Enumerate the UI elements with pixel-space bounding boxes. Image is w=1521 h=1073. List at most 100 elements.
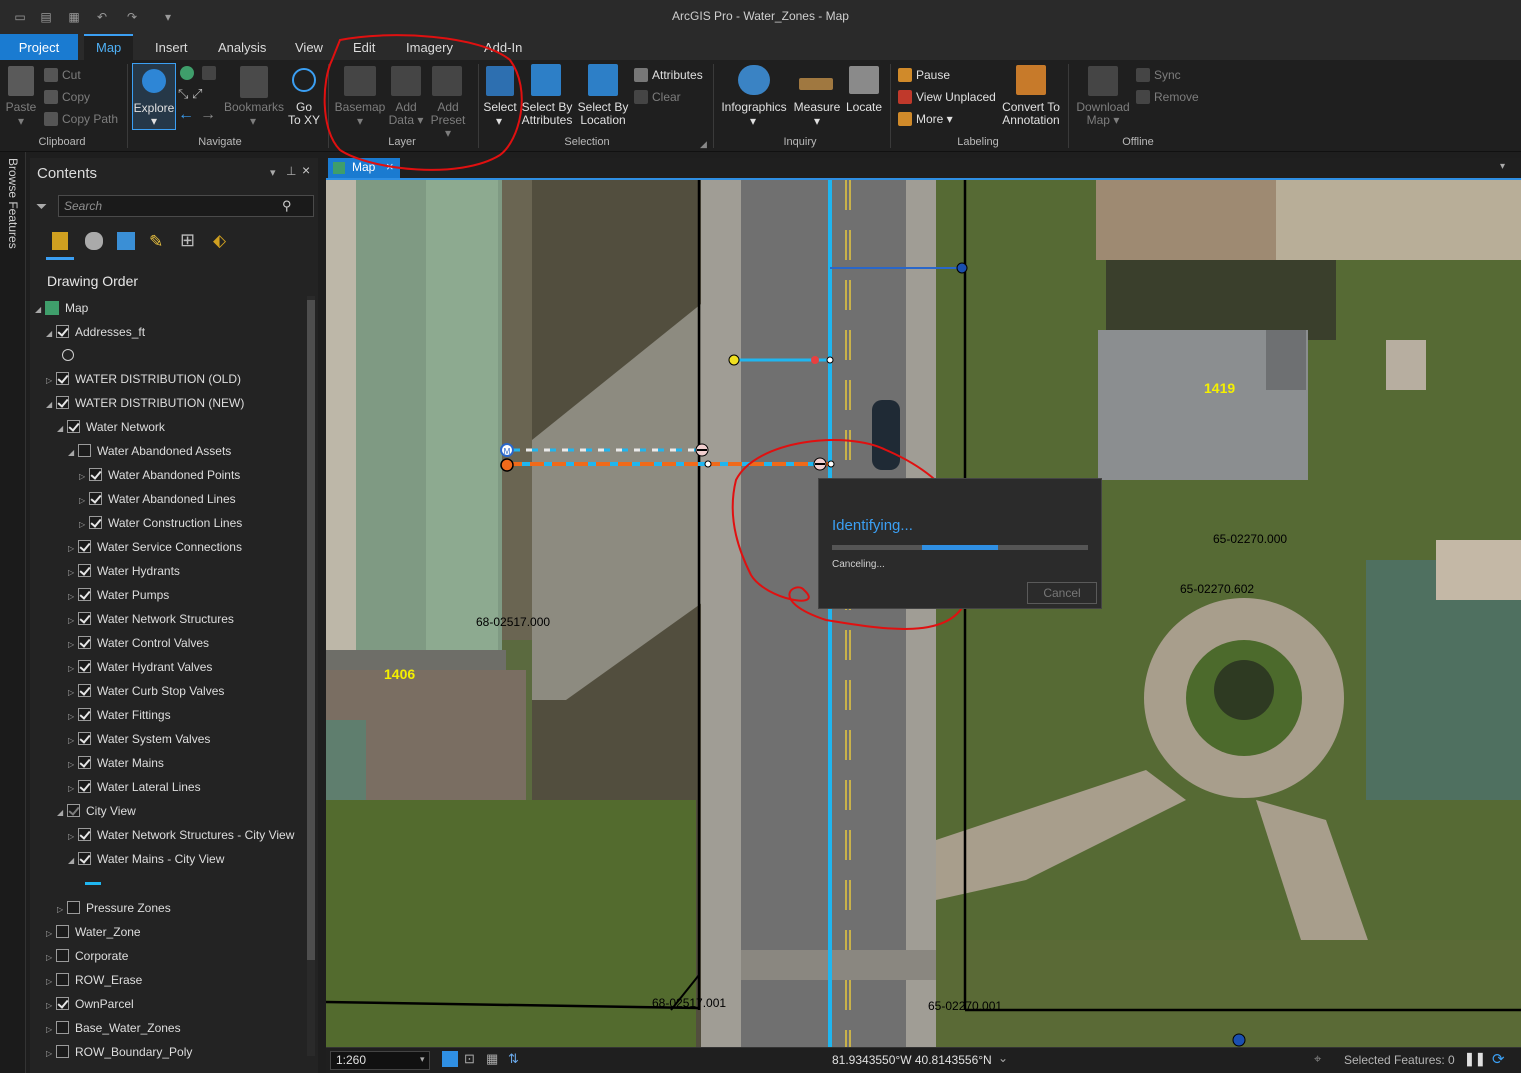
list-by-editing-icon[interactable]: ✎	[149, 232, 167, 251]
refresh-icon[interactable]: ⟳	[1492, 1050, 1505, 1068]
close-map-tab-icon[interactable]: ×	[386, 159, 394, 174]
expand-arrow-icon[interactable]: ▷	[68, 827, 78, 847]
layer-visibility-checkbox[interactable]	[78, 444, 91, 457]
layer-visibility-checkbox[interactable]	[78, 660, 91, 673]
snapping-icon[interactable]: ⊡	[464, 1051, 475, 1067]
layer-row[interactable]: ▷ Water Service Connections	[68, 537, 242, 557]
collapse-arrow-icon[interactable]: ◢	[57, 803, 67, 823]
expand-arrow-icon[interactable]: ▷	[68, 587, 78, 607]
layer-row[interactable]: ◢ Water Abandoned Assets	[68, 441, 231, 461]
convert-to-annotation-button[interactable]: Convert To Annotation	[998, 101, 1064, 127]
infographics-button[interactable]: Infographics	[718, 101, 790, 114]
remove-button[interactable]: Remove	[1136, 90, 1199, 104]
clear-selection-button[interactable]: Clear	[634, 90, 681, 104]
contents-scrollbar[interactable]	[307, 296, 315, 1056]
expand-arrow-icon[interactable]: ▷	[46, 371, 56, 391]
collapse-arrow-icon[interactable]: ◢	[68, 851, 78, 871]
expand-arrow-icon[interactable]: ▷	[79, 491, 89, 511]
tree-item-map[interactable]: ◢ Map	[35, 298, 88, 318]
expand-arrow-icon[interactable]: ▷	[46, 924, 56, 944]
layer-visibility-checkbox[interactable]	[89, 468, 102, 481]
layer-visibility-checkbox[interactable]	[56, 949, 69, 962]
zoom-in-out-icon[interactable]: ⤡ ⤢	[178, 87, 202, 101]
layer-visibility-checkbox[interactable]	[89, 516, 102, 529]
layer-visibility-checkbox[interactable]	[78, 852, 91, 865]
layer-row[interactable]: ▷ Water Construction Lines	[79, 513, 242, 533]
expand-arrow-icon[interactable]: ▷	[68, 659, 78, 679]
layer-visibility-checkbox[interactable]	[78, 756, 91, 769]
tab-add-in[interactable]: Add-In	[472, 34, 534, 60]
full-extent-icon[interactable]	[180, 66, 194, 80]
navigator-icon[interactable]	[442, 1051, 458, 1067]
more-labeling-button[interactable]: More ▾	[898, 112, 953, 126]
layer-row[interactable]: ▷ Water Pumps	[68, 585, 169, 605]
layer-visibility-checkbox[interactable]	[56, 396, 69, 409]
scale-dropdown-icon[interactable]: ▾	[420, 1054, 425, 1065]
layer-visibility-checkbox[interactable]	[56, 997, 69, 1010]
list-by-source-icon[interactable]	[85, 232, 103, 250]
layer-row[interactable]: ▷ Water Mains	[68, 753, 164, 773]
list-by-snapping-icon[interactable]: ⊞	[180, 230, 195, 251]
browse-features-strip[interactable]: Browse Features	[0, 152, 26, 1073]
list-by-labeling-icon[interactable]: ⬖	[213, 231, 226, 251]
measure-button[interactable]: Measure	[790, 101, 844, 114]
view-unplaced-button[interactable]: View Unplaced	[898, 90, 996, 104]
expand-arrow-icon[interactable]: ▷	[68, 635, 78, 655]
layer-row[interactable]: ▷ Base_Water_Zones	[46, 1018, 181, 1038]
select-by-attributes-button[interactable]: Select By Attributes	[520, 101, 574, 127]
layer-row[interactable]: ▷ Water Hydrants	[68, 561, 180, 581]
layer-visibility-checkbox[interactable]	[78, 636, 91, 649]
bookmarks-button[interactable]: Bookmarks	[222, 101, 286, 114]
layer-row[interactable]: ◢ WATER DISTRIBUTION (NEW)	[46, 393, 244, 413]
layer-visibility-checkbox[interactable]	[78, 732, 91, 745]
expand-arrow-icon[interactable]: ▷	[68, 563, 78, 583]
layer-row[interactable]: ▷ Water Lateral Lines	[68, 777, 201, 797]
list-by-drawing-order-icon[interactable]	[46, 228, 74, 260]
layer-visibility-checkbox[interactable]	[78, 540, 91, 553]
layer-row[interactable]: ▷ Water Hydrant Valves	[68, 657, 212, 677]
coordinate-format-dropdown-icon[interactable]: ⌄	[998, 1051, 1008, 1065]
expand-arrow-icon[interactable]: ▷	[79, 515, 89, 535]
add-data-button[interactable]: Add Data ▾	[388, 101, 424, 127]
layer-row[interactable]: ▷ ROW_Boundary_Poly	[46, 1042, 192, 1062]
search-icon[interactable]: ⚲	[282, 198, 292, 214]
select-by-location-button[interactable]: Select By Location	[577, 101, 629, 127]
layer-visibility-checkbox[interactable]	[56, 372, 69, 385]
expand-arrow-icon[interactable]: ▷	[68, 683, 78, 703]
expand-arrow-icon[interactable]: ▷	[57, 900, 67, 920]
layer-visibility-checkbox[interactable]	[78, 612, 91, 625]
layer-visibility-checkbox[interactable]	[56, 973, 69, 986]
layer-row[interactable]: ▷ ROW_Erase	[46, 970, 142, 990]
cut-button[interactable]: Cut	[44, 68, 81, 82]
selection-options-icon[interactable]: ◢	[700, 137, 707, 151]
collapse-arrow-icon[interactable]: ◢	[46, 395, 56, 415]
expand-arrow-icon[interactable]: ▷	[68, 731, 78, 751]
close-pane-icon[interactable]: ×	[302, 162, 310, 178]
previous-extent-icon[interactable]: ←	[178, 107, 194, 123]
map-canvas[interactable]: M 1419 1406 68-02517.000 65-02270.000 65…	[326, 178, 1521, 1047]
tab-view[interactable]: View	[283, 34, 335, 60]
next-extent-icon[interactable]: →	[200, 107, 216, 123]
layer-row[interactable]: ▷ Water Control Valves	[68, 633, 209, 653]
layer-row[interactable]: ◢ City View	[57, 801, 136, 821]
layer-visibility-checkbox[interactable]	[78, 708, 91, 721]
explore-button[interactable]: Explore ▾	[132, 63, 176, 130]
copy-path-button[interactable]: Copy Path	[44, 112, 118, 126]
layer-row[interactable]: ▷ Pressure Zones	[57, 898, 171, 918]
layer-visibility-checkbox[interactable]	[67, 804, 80, 817]
paste-button[interactable]: Paste	[4, 101, 38, 114]
layer-row[interactable]: ◢ Water Mains - City View	[68, 849, 224, 869]
layer-row[interactable]: ▷ Water Network Structures	[68, 609, 234, 629]
layer-visibility-checkbox[interactable]	[56, 1021, 69, 1034]
layer-row[interactable]: ▷ WATER DISTRIBUTION (OLD)	[46, 369, 241, 389]
grid-icon[interactable]: ▦	[486, 1051, 498, 1067]
collapse-arrow-icon[interactable]: ◢	[46, 324, 56, 344]
expand-arrow-icon[interactable]: ▷	[46, 1020, 56, 1040]
layer-visibility-checkbox[interactable]	[78, 588, 91, 601]
tab-imagery[interactable]: Imagery	[394, 34, 465, 60]
tab-map-view[interactable]: Map ×	[328, 158, 400, 178]
basemap-button[interactable]: Basemap	[334, 101, 386, 114]
layer-row[interactable]: ▷ Water_Zone	[46, 922, 141, 942]
contents-search-input[interactable]: Search	[58, 195, 314, 217]
layer-row[interactable]: ▷ Water Abandoned Lines	[79, 489, 236, 509]
